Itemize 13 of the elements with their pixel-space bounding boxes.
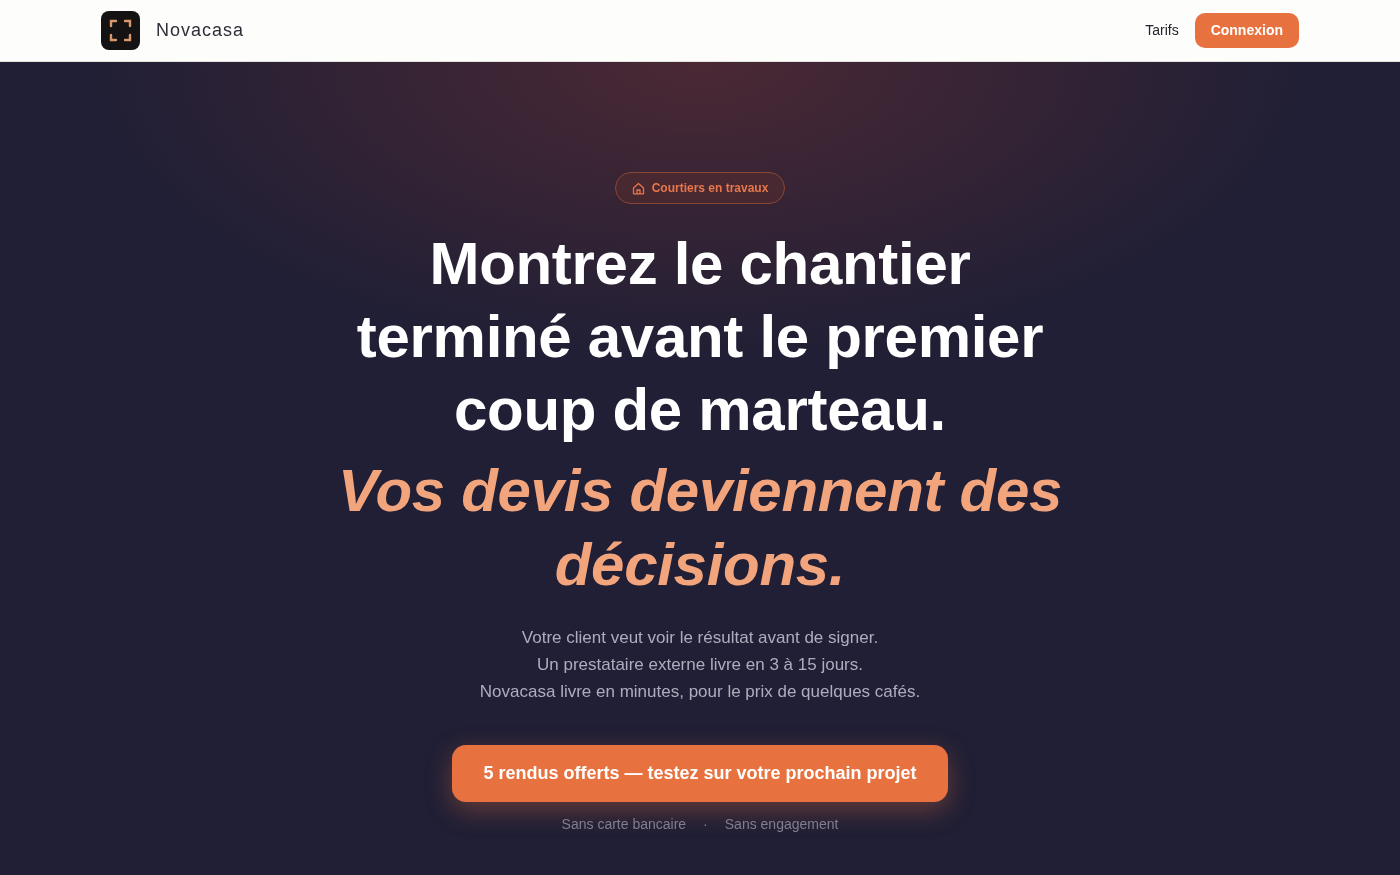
tagline: Vos devis deviennent des décisions. xyxy=(336,456,1064,600)
intro-text: Novacasa livre en minutes, pour le prix de quelques cafés. xyxy=(479,682,921,701)
separator-dot: · xyxy=(703,815,708,834)
intro-text: Un prestataire externe livre en 3 à 15 jours. xyxy=(537,655,863,674)
intro-text: Votre client veut voir le résultat avant de signer. xyxy=(521,628,879,647)
brand-name[interactable]: Novacasa xyxy=(156,17,245,44)
badge-label: Courtiers en travaux xyxy=(651,181,769,195)
logo-icon[interactable] xyxy=(101,11,140,50)
note-text: Sans engagement xyxy=(724,815,839,834)
note-text: Sans carte bancaire xyxy=(561,815,687,834)
headline: Montrez le chantier terminé avant le premier coup de marteau. xyxy=(355,229,1045,445)
house-icon xyxy=(631,181,645,195)
nav-link[interactable]: Tarifs xyxy=(1137,20,1187,41)
